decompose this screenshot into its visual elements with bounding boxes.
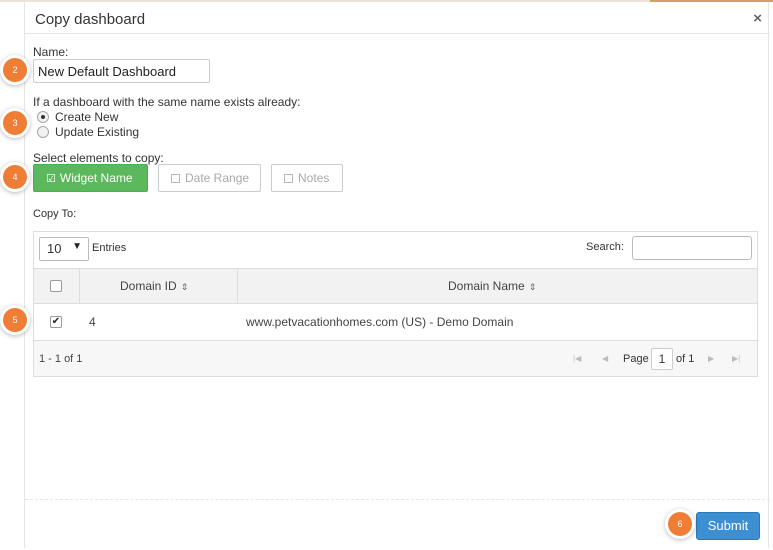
widget-name-toggle[interactable]: ☑ Widget Name [33,164,148,192]
column-domain-id-label: Domain ID [120,279,177,293]
radio-icon[interactable] [37,111,49,123]
dialog-header: Copy dashboard × [25,2,770,34]
first-page-icon[interactable]: |◀ [573,354,581,363]
submit-button[interactable]: Submit [696,512,760,540]
step-badge: 4 [3,165,27,189]
footer-divider [25,499,770,500]
radio-create-new[interactable]: Create New [37,110,118,124]
sort-icon: ⇕ [528,282,537,292]
duplicate-label: If a dashboard with the same name exists… [33,95,301,109]
column-divider [79,269,80,303]
search-label: Search: [586,241,624,253]
entries-label: Entries [92,242,127,254]
page-count: of 1 [676,353,695,365]
dialog-title: Copy dashboard [35,11,146,28]
sort-icon: ⇕ [180,282,189,292]
last-page-icon[interactable]: ▶| [732,354,740,363]
radio-update-existing-label: Update Existing [55,125,140,139]
page-number-input[interactable]: 1 [651,348,673,370]
column-divider [237,269,238,303]
step-badge: 3 [3,111,27,135]
widget-name-label: Widget Name [59,171,133,185]
radio-icon[interactable] [37,126,49,138]
next-page-icon[interactable]: ▶ [708,354,714,363]
checkbox-empty-icon [171,174,180,183]
grid-toolbar: 10 ▼ Entries Search: [34,232,757,268]
radio-create-new-label: Create New [55,110,119,124]
date-range-label: Date Range [185,171,250,185]
radio-update-existing[interactable]: Update Existing [37,125,139,139]
select-all-checkbox[interactable] [50,280,62,292]
dashboard-name-input[interactable] [33,59,210,83]
column-domain-name-label: Domain Name [448,279,525,293]
caret-down-icon: ▼ [72,241,82,252]
close-icon[interactable]: × [753,10,762,28]
page-size-value: 10 [47,241,62,256]
table-header: Domain ID ⇕ Domain Name ⇕ [34,268,757,304]
step-badge: 2 [3,58,27,82]
table-footer: 1 - 1 of 1 |◀ ◀ Page 1 of 1 ▶ ▶| [34,340,757,376]
copy-dashboard-dialog: Copy dashboard × Name: If a dashboard wi… [24,2,770,548]
step-badge: 6 [668,512,692,536]
checkbox-empty-icon [284,174,293,183]
step-badge: 5 [3,308,27,332]
page-size-select[interactable]: 10 ▼ [39,237,89,261]
search-input[interactable] [632,236,752,260]
checkbox-checked-icon: ☑ [46,173,56,185]
copy-to-label: Copy To: [33,208,77,220]
date-range-toggle[interactable]: Date Range [158,164,261,192]
name-label: Name: [33,45,69,59]
page-label: Page [623,353,649,365]
column-domain-name[interactable]: Domain Name ⇕ [448,279,536,293]
range-text: 1 - 1 of 1 [39,353,83,365]
cell-domain-id: 4 [89,315,96,329]
row-checkbox[interactable]: ✔ [50,316,62,328]
notes-label: Notes [298,171,330,185]
column-domain-id[interactable]: Domain ID ⇕ [120,279,188,293]
domain-grid: 10 ▼ Entries Search: Domain ID ⇕ Domain N… [33,231,758,377]
cell-domain-name: www.petvacationhomes.com (US) - Demo Dom… [246,315,514,329]
prev-page-icon[interactable]: ◀ [602,354,608,363]
notes-toggle[interactable]: Notes [271,164,343,192]
table-row[interactable]: ✔ 4 www.petvacationhomes.com (US) - Demo… [34,304,757,340]
elements-label: Select elements to copy: [33,151,164,165]
